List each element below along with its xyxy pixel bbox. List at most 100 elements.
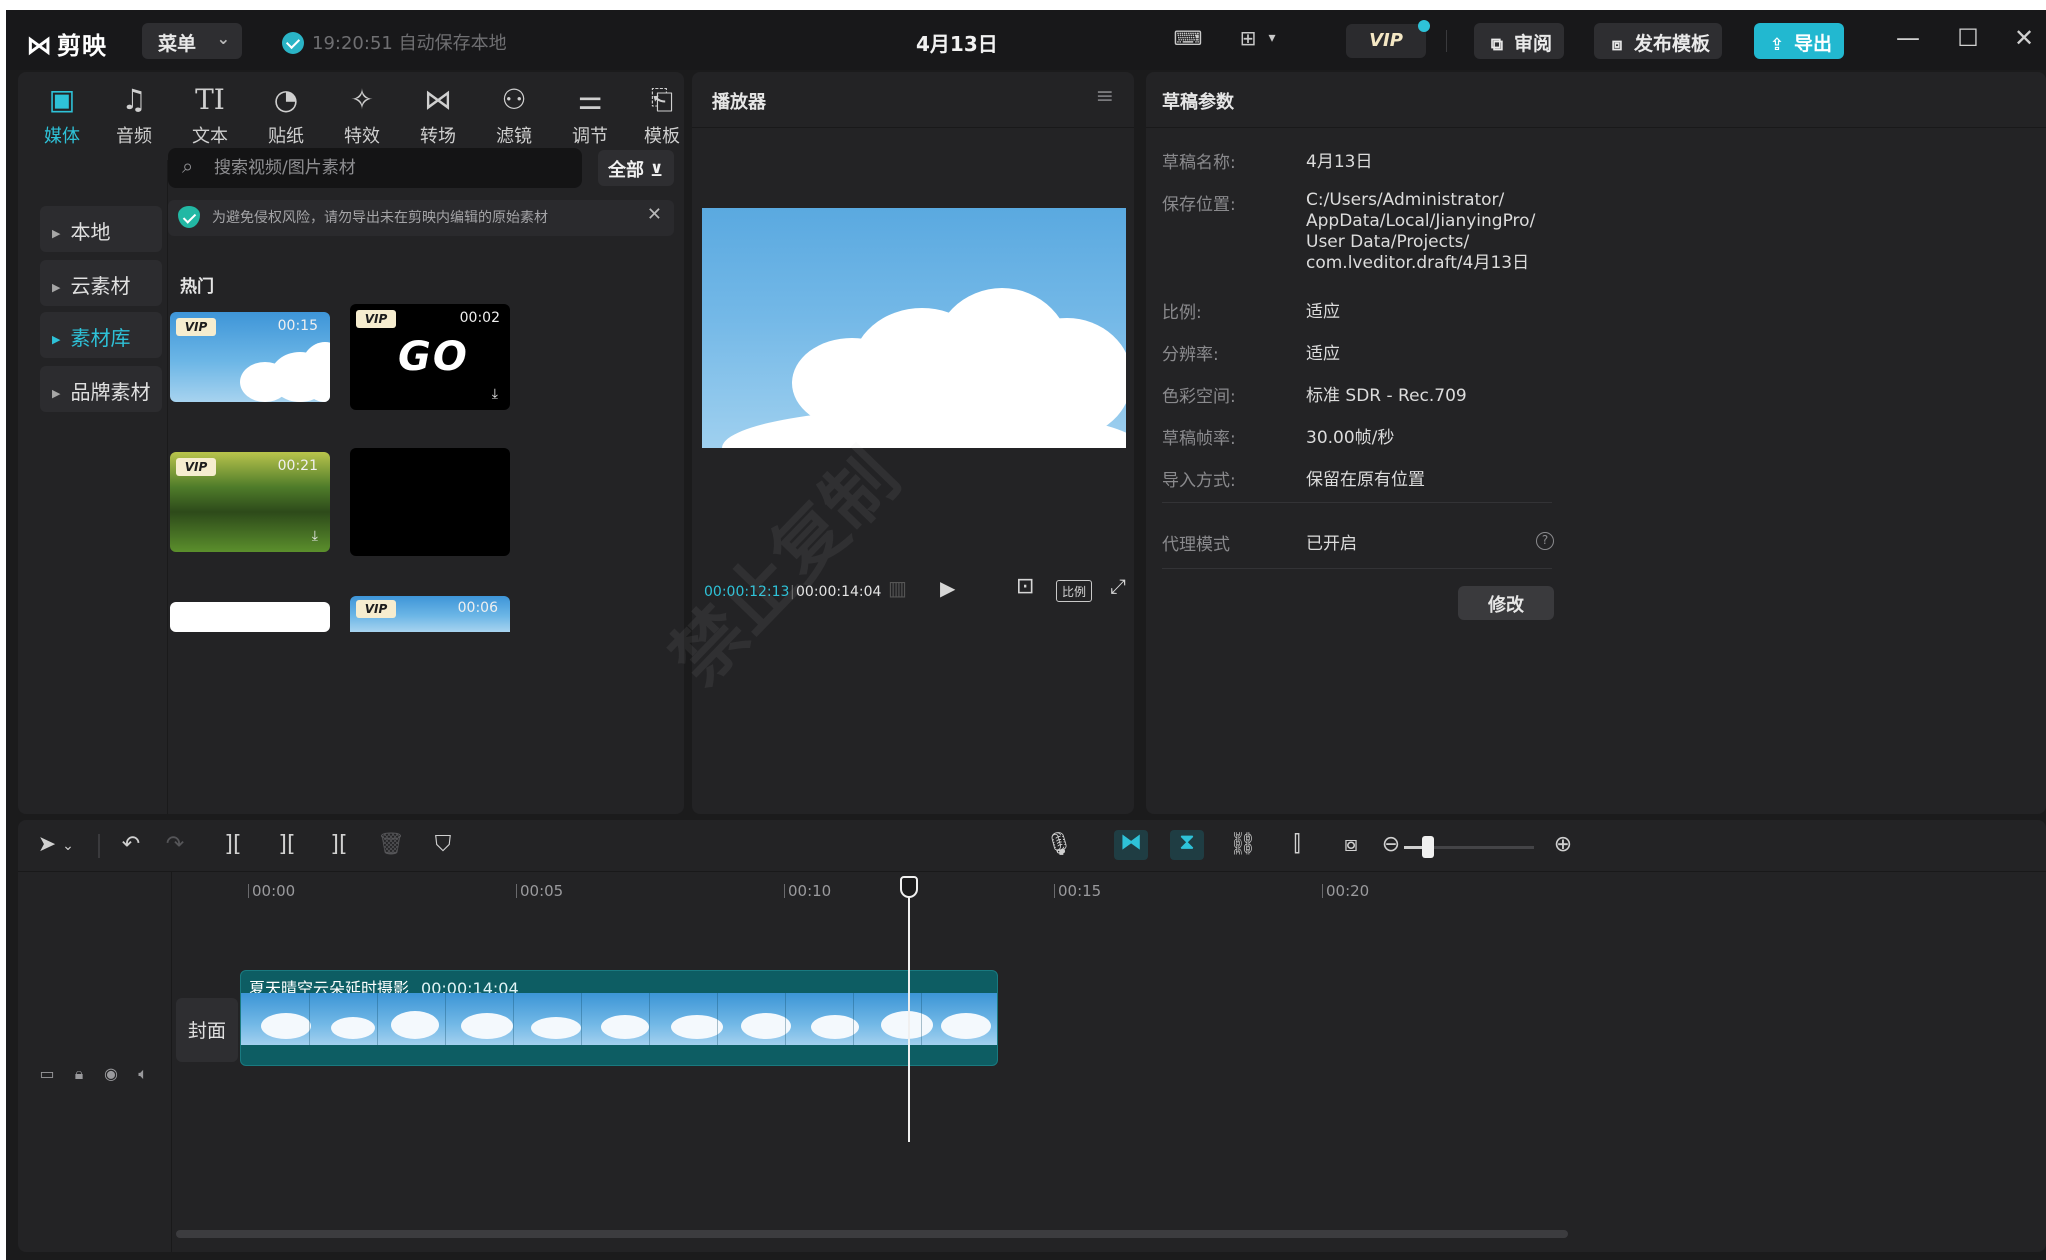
mute-icon[interactable]: 🔈︎ xyxy=(132,1064,154,1084)
download-icon[interactable]: ⤓ xyxy=(492,386,498,402)
redo-icon: ↷ xyxy=(165,832,185,857)
media-thumb[interactable]: VIP 00:02 GO ⤓ xyxy=(350,304,510,410)
nav-label: 云素材 xyxy=(70,274,131,298)
tab-filter[interactable]: ⚇ 滤镜 xyxy=(482,80,546,154)
cloud-shape xyxy=(461,1013,513,1039)
link-icon[interactable]: ⛓ xyxy=(1226,832,1260,857)
props-title: 草稿参数 xyxy=(1162,92,1234,113)
fullscreen-icon[interactable]: ⤢ xyxy=(1110,574,1126,598)
tab-label: 转场 xyxy=(420,126,456,147)
nav-item-brand[interactable]: ▶ 品牌素材 xyxy=(40,366,162,412)
frame-divider xyxy=(853,993,854,1045)
delete-left-icon[interactable]: ][ xyxy=(270,832,304,857)
prop-value: 适应 xyxy=(1306,302,1340,322)
cloud-shape xyxy=(331,1017,375,1039)
tab-transition[interactable]: ⋈ 转场 xyxy=(406,80,470,154)
main-track-magnet-icon[interactable]: ⧓ xyxy=(1114,830,1148,860)
nav-label: 素材库 xyxy=(70,326,131,350)
maximize-icon[interactable]: ☐ xyxy=(1950,24,1986,56)
minimize-icon[interactable]: — xyxy=(1890,24,1926,56)
media-thumb[interactable] xyxy=(170,602,330,632)
playhead-line[interactable] xyxy=(908,878,910,1142)
menu-icon[interactable]: ≡ xyxy=(1096,84,1114,109)
preview-axis-icon[interactable]: ⫿ xyxy=(1280,832,1314,857)
props-header: 草稿参数 xyxy=(1146,72,2046,128)
nav-item-local[interactable]: ▶ 本地 xyxy=(40,206,162,252)
shield-icon[interactable]: ⛉ xyxy=(426,832,460,857)
close-icon[interactable]: ✕ xyxy=(2006,24,2042,56)
prop-key: 代理模式 xyxy=(1162,535,1230,555)
nav-item-cloud[interactable]: ▶ 云素材 xyxy=(40,260,162,306)
auto-snap-icon[interactable]: ⧗ xyxy=(1170,830,1204,860)
ruler-tick xyxy=(1054,884,1055,898)
keyboard-shortcut-icon[interactable]: ⌨ xyxy=(1172,26,1204,54)
tab-label: 贴纸 xyxy=(268,126,304,147)
screen-icon[interactable]: ⧇ xyxy=(1334,832,1368,857)
player-title: 播放器 xyxy=(712,92,766,113)
thumb-duration: 00:06 xyxy=(457,600,498,616)
caret-right-icon: ▶ xyxy=(52,387,61,400)
frame-divider xyxy=(717,993,718,1045)
export-button[interactable]: ⇪ 导出 xyxy=(1754,23,1845,59)
tab-sticker[interactable]: ◔ 贴纸 xyxy=(254,80,318,154)
chevron-down-icon[interactable]: ▾ xyxy=(1262,30,1282,58)
media-left-nav: ▶ 本地 ▶ 云素材 ▶ 素材库 ▶ 品牌素材 xyxy=(18,160,168,814)
zoom-fit-icon[interactable]: ⊡ xyxy=(1016,574,1034,599)
menu-button[interactable]: 菜单 ⌄ xyxy=(142,23,242,59)
filter-icon: ⊻ xyxy=(650,161,664,180)
review-button[interactable]: ⧉ 审阅 xyxy=(1474,23,1565,59)
media-thumb[interactable]: VIP 00:15 xyxy=(170,312,330,402)
zoom-out-icon[interactable]: ⊖ xyxy=(1374,832,1408,857)
playhead-handle[interactable] xyxy=(900,876,918,898)
zoom-in-icon[interactable]: ⊕ xyxy=(1546,832,1580,857)
shield-icon xyxy=(178,206,200,228)
tab-effects[interactable]: ✧ 特效 xyxy=(330,80,394,154)
check-circle-icon xyxy=(282,32,304,54)
frame-divider xyxy=(921,993,922,1045)
filter-all-button[interactable]: 全部 ⊻ xyxy=(598,150,674,186)
text-icon: TI xyxy=(195,83,225,116)
delete-right-icon[interactable]: ][ xyxy=(322,832,356,857)
track-video-icon[interactable]: ▭ xyxy=(36,1064,58,1083)
frame-divider xyxy=(377,993,378,1045)
search-input[interactable] xyxy=(214,154,574,182)
zoom-slider-track[interactable] xyxy=(1434,846,1534,849)
export-label: 导出 xyxy=(1794,33,1833,55)
undo-icon[interactable]: ↶ xyxy=(114,832,148,857)
layout-icon[interactable]: ⊞ xyxy=(1232,26,1264,54)
vip-badge[interactable]: VIP xyxy=(1346,20,1430,58)
media-thumb[interactable]: VIP 00:06 xyxy=(350,596,510,632)
logo-icon: ⋈ xyxy=(26,31,53,61)
cover-button[interactable]: 封面 xyxy=(176,998,238,1062)
nav-label: 本地 xyxy=(70,220,111,244)
split-icon[interactable]: ][ xyxy=(216,832,250,857)
close-icon[interactable]: ✕ xyxy=(647,204,662,225)
thumb-duration: 00:21 xyxy=(277,458,318,474)
download-icon[interactable]: ⤓ xyxy=(312,528,318,544)
prop-key: 分辨率: xyxy=(1162,345,1219,365)
eye-icon[interactable]: ◉ xyxy=(100,1064,122,1083)
modify-button[interactable]: 修改 xyxy=(1458,586,1554,620)
tab-adjust[interactable]: ⚌ 调节 xyxy=(558,80,622,154)
time-ruler[interactable]: 00:00 00:05 00:10 00:15 00:20 xyxy=(178,872,2046,912)
nav-item-library[interactable]: ▶ 素材库 xyxy=(40,312,162,358)
publish-template-button[interactable]: ⧈ 发布模板 xyxy=(1594,23,1723,59)
chevron-down-icon[interactable]: ⌄ xyxy=(58,838,78,854)
video-clip[interactable]: 夏天晴空云朵延时摄影 00:00:14:04 xyxy=(240,970,998,1066)
cloud-shape xyxy=(741,1013,791,1039)
microphone-icon[interactable]: 🎙 xyxy=(1042,832,1076,857)
help-icon[interactable]: ? xyxy=(1536,532,1554,550)
zoom-slider-handle[interactable] xyxy=(1422,836,1434,858)
media-thumb[interactable] xyxy=(350,448,510,556)
search-box[interactable]: ⌕ xyxy=(168,148,582,188)
ratio-button[interactable]: 比例 xyxy=(1056,580,1092,602)
timeline-scrollbar[interactable] xyxy=(176,1230,1568,1238)
tab-text[interactable]: TI 文本 xyxy=(178,80,242,154)
lock-icon[interactable]: 🔒︎ xyxy=(68,1064,90,1084)
tab-template[interactable]: ⎗ 模板 xyxy=(630,80,684,154)
tab-media[interactable]: ▣ 媒体 xyxy=(30,80,94,154)
play-icon[interactable]: ▶ xyxy=(940,576,955,600)
prop-value: 保留在原有位置 xyxy=(1306,470,1425,490)
tab-audio[interactable]: ♫ 音频 xyxy=(102,80,166,154)
media-thumb[interactable]: VIP 00:21 ⤓ xyxy=(170,452,330,552)
